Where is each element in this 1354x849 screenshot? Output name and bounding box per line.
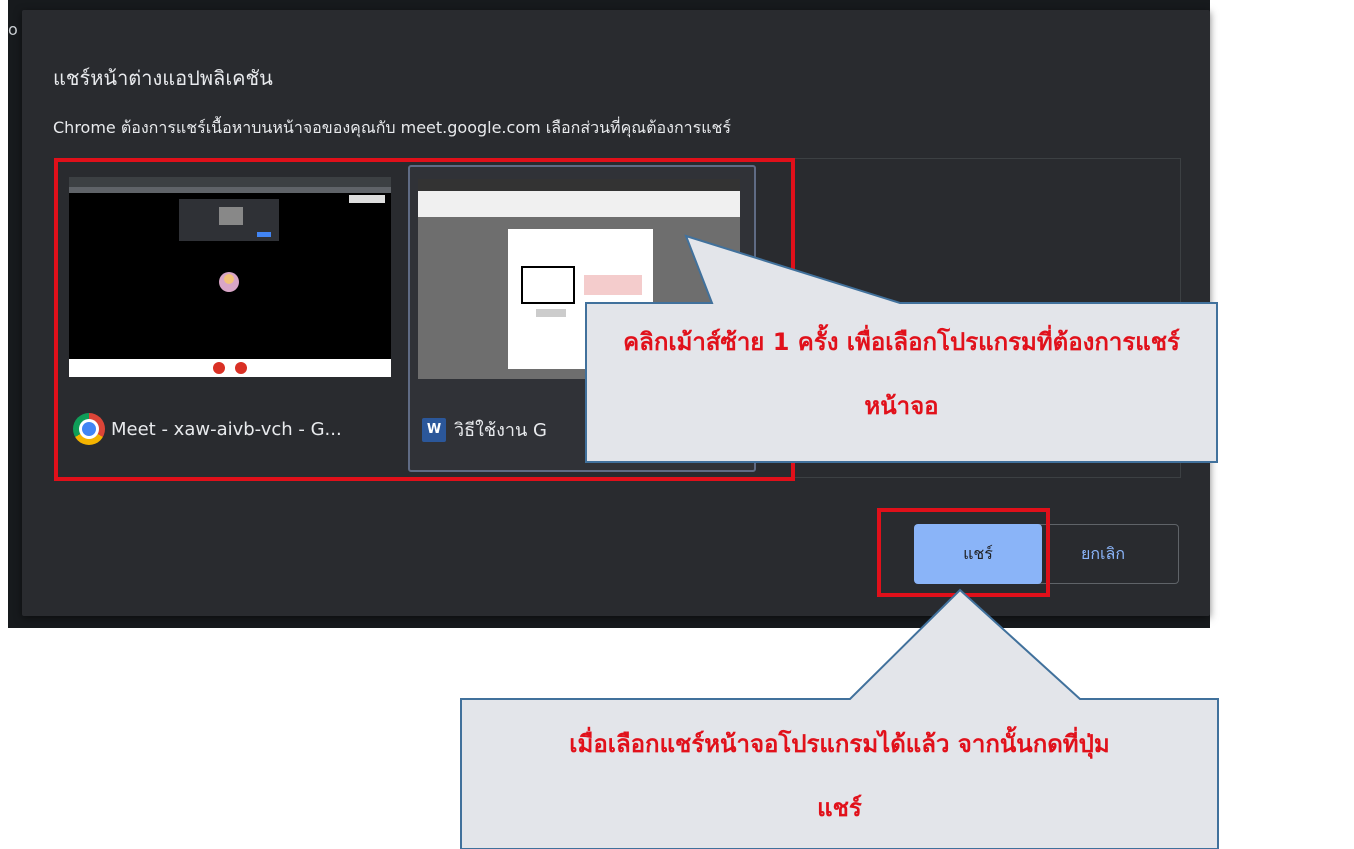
callout-share-text: เมื่อเลือกแชร์หน้าจอโปรแกรมได้แล้ว จากนั…: [461, 712, 1218, 840]
callout-select-text: คลิกเม้าส์ซ้าย 1 ครั้ง เพื่อเลือกโปรแกรม…: [586, 310, 1217, 438]
callout-select-line1: คลิกเม้าส์ซ้าย 1 ครั้ง เพื่อเลือกโปรแกรม…: [623, 328, 1180, 356]
callout-share-line1: เมื่อเลือกแชร์หน้าจอโปรแกรมได้แล้ว จากนั…: [569, 730, 1110, 758]
callout-share-line2: แชร์: [817, 794, 862, 822]
callout-select-line2: หน้าจอ: [864, 392, 939, 420]
